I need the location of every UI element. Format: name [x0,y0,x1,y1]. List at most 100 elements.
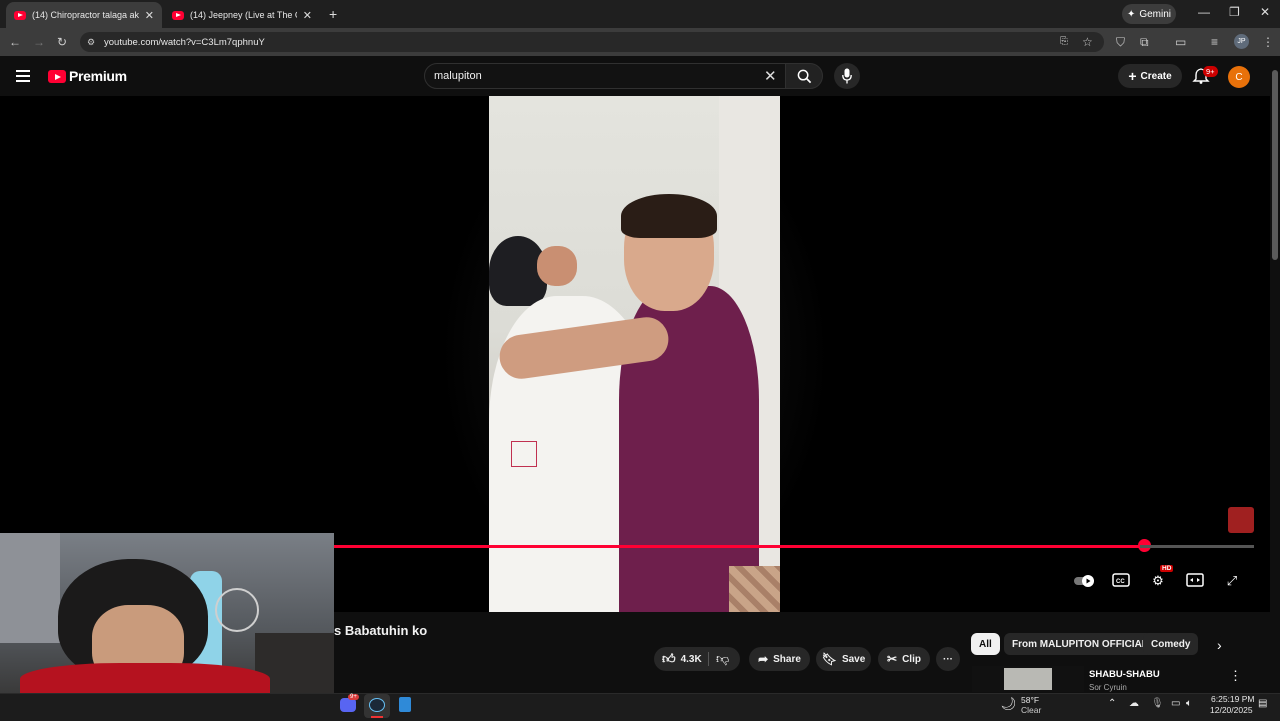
chip-comedy[interactable]: Comedy [1143,633,1199,655]
create-label: Create [1140,70,1172,82]
plus-icon: + [1128,68,1137,84]
shirt-logo [511,441,537,467]
install-app-icon[interactable]: ⎘ [1060,36,1068,47]
scissors-icon: ✂ [887,652,898,666]
chevron-right-icon[interactable]: › [1217,637,1222,653]
tray-chevron-up-icon[interactable]: ⌃ [1108,698,1116,709]
discord-badge: 9+ [348,694,359,700]
active-indicator [371,716,383,718]
close-tab-icon[interactable]: ✕ [145,9,154,22]
discord-icon[interactable] [340,698,356,712]
fullscreen-icon[interactable]: ⤢ [1222,573,1242,589]
window-close-icon[interactable]: ✕ [1260,5,1270,19]
restore-icon[interactable]: ❐ [1229,5,1240,19]
settings-gear-icon[interactable]: ⚙ [1148,573,1168,589]
gemini-button[interactable]: ✦ Gemini [1122,4,1176,24]
search-icon [797,69,812,84]
reading-list-icon[interactable]: ≡ [1211,35,1218,49]
timeline-played[interactable] [334,545,1144,548]
bookmark-star-icon[interactable]: ☆ [1082,35,1093,49]
close-tab-icon[interactable]: ✕ [303,9,312,22]
weather-desc[interactable]: Clear [1021,705,1041,715]
site-info-icon[interactable]: ⚙ [87,37,95,48]
clock-time[interactable]: 6:25:19 PM [1211,694,1254,704]
recommendation-title[interactable]: SHABU-SHABU [1089,669,1160,680]
more-actions-icon[interactable]: ··· [936,647,960,671]
scrollbar-thumb[interactable] [1272,70,1278,260]
recommendation-channel[interactable]: Sor Cyruin [1089,683,1127,692]
account-avatar[interactable]: C [1228,66,1250,88]
captions-icon[interactable]: CC [1111,573,1131,589]
browser-tab-1[interactable]: (14) Chiropractor talaga ako bo ✕ [6,2,162,28]
share-arrow-icon: ➦ [758,652,769,666]
browser-menu-icon[interactable]: ⋮ [1262,35,1274,49]
profile-avatar[interactable]: JP [1234,34,1249,49]
thumbs-up-icon: 👍︎ [662,651,676,666]
streamer-shirt [20,663,270,693]
clock-date[interactable]: 12/20/2025 [1210,705,1253,715]
hd-badge: HD [1160,565,1174,572]
notepad-icon[interactable] [399,697,411,712]
curtain [0,533,60,643]
floor-tiles [729,566,780,612]
channel-watermark-icon[interactable] [1228,507,1254,533]
thumbs-down-icon[interactable]: 👎︎ [716,651,729,667]
tab-title: (14) Jeepney (Live at The Cozy C [190,10,297,20]
share-label: Share [773,653,801,665]
recommendation-thumbnail[interactable] [1004,668,1052,690]
minimize-icon[interactable]: — [1198,5,1210,19]
svg-text:CC: CC [1116,579,1125,585]
weather-temp[interactable]: 58°F [1021,695,1039,705]
save-label: Save [841,653,866,665]
reload-icon[interactable]: ↻ [57,35,67,49]
volume-icon[interactable]: 🔈︎ [1186,698,1192,709]
media-control-icon[interactable]: ▭ [1175,35,1186,49]
extensions-puzzle-icon[interactable]: ⧉ [1140,35,1149,50]
browser-tab-2[interactable]: (14) Jeepney (Live at The Cozy C ✕ [164,2,320,28]
create-button[interactable]: + Create [1118,64,1182,88]
chip-from-channel[interactable]: From MALUPITON OFFICIAL [1004,633,1156,655]
theater-mode-icon[interactable] [1185,573,1205,589]
autoplay-toggle-icon[interactable] [1073,573,1095,589]
save-button[interactable]: 🔖︎ Save [816,647,871,671]
video-title: s Babatuhin ko [334,623,428,638]
share-button[interactable]: ➦ Share [749,647,810,671]
moon-weather-icon[interactable]: 🌙︎ [1000,696,1017,712]
webcam-overlay [0,533,334,693]
youtube-logo-icon[interactable] [48,70,66,83]
voice-search-button[interactable] [834,63,860,89]
youtube-favicon-icon [14,10,26,20]
hamburger-menu-icon[interactable] [16,70,30,85]
new-tab-plus-icon[interactable]: + [329,6,337,22]
video-frame[interactable] [489,96,780,612]
forward-arrow-icon[interactable]: → [33,35,45,49]
steam-taskbar-button[interactable] [364,694,390,718]
timeline-unbuffered[interactable] [1140,545,1254,548]
sparkle-icon: ✦ [1126,8,1136,20]
notification-count-badge: 9+ [1203,66,1218,77]
like-count: 4.3K [680,653,702,665]
chip-all[interactable]: All [971,633,1000,655]
search-button[interactable] [785,63,823,89]
bookmark-icon: 🔖︎ [821,652,837,666]
microphone-tray-icon[interactable]: 🎙︎ [1151,698,1164,709]
youtube-brand[interactable]: Premium [69,68,127,84]
microphone-icon [842,68,852,84]
like-divider [708,652,709,666]
clear-search-icon[interactable]: ✕ [764,67,777,85]
recommendation-menu-icon[interactable]: ⋮ [1229,668,1242,684]
url-text[interactable]: youtube.com/watch?v=C3Lm7qphnuY [104,37,265,48]
notification-center-icon[interactable]: ▤ [1258,698,1267,709]
network-icon[interactable]: ▭ [1171,698,1180,709]
back-arrow-icon[interactable]: ← [9,35,21,49]
windows-taskbar [0,693,1280,721]
onedrive-cloud-icon[interactable]: ☁ [1129,698,1139,709]
clip-button[interactable]: ✂ Clip [878,647,930,671]
desk-fan [215,588,259,632]
search-query[interactable]: malupiton [434,70,482,82]
tab-title: (14) Chiropractor talaga ako bo [32,10,139,20]
hand [537,246,577,286]
shield-extension-icon[interactable]: ⛉ [1116,35,1125,50]
youtube-favicon-icon [172,10,184,20]
clip-label: Clip [902,653,921,665]
